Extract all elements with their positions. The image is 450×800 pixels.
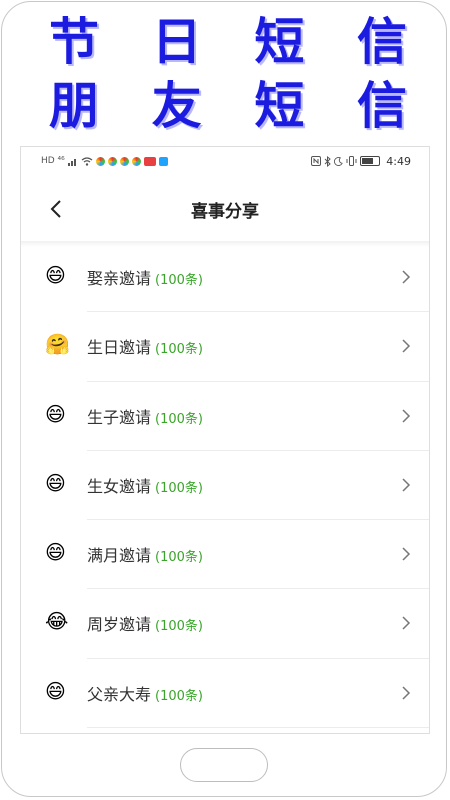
status-bar: HD ⁴⁶ 4:49	[21, 147, 429, 175]
vibrate-icon	[346, 156, 357, 166]
chevron-right-icon	[402, 686, 411, 700]
banner-char: 友	[151, 76, 202, 135]
list-item[interactable]: 😂 周岁邀请 (100条)	[21, 589, 429, 659]
status-left: HD ⁴⁶	[41, 156, 168, 166]
banner-char: 日	[151, 12, 202, 71]
banner-char: 朋	[49, 76, 99, 135]
list-item-label: 生女邀请 (100条)	[87, 476, 203, 496]
list-item[interactable]: 😄 父亲大寿 (100条)	[21, 659, 429, 729]
emoji-icon: 😂	[45, 609, 69, 634]
item-count: (100条)	[155, 688, 203, 704]
list-item-label: 生日邀请 (100条)	[87, 338, 203, 358]
item-count: (100条)	[155, 619, 203, 635]
chevron-right-icon	[402, 547, 411, 561]
item-count: (100条)	[155, 550, 203, 566]
battery-icon	[360, 156, 381, 166]
divider	[87, 727, 429, 729]
list-item-label: 生子邀请 (100条)	[87, 407, 203, 427]
emoji-icon: 🤗	[45, 332, 70, 357]
status-right: 4:49	[311, 155, 411, 168]
home-button[interactable]	[180, 748, 268, 782]
category-list: 😄 娶亲邀请 (100条) 🤗 生日邀请 (100条) 😄 生子邀请 (100条) 😄…	[21, 243, 429, 729]
banner-char: 短	[254, 12, 305, 71]
search-app-icon	[158, 156, 168, 166]
list-item-label: 周岁邀请 (100条)	[87, 615, 203, 635]
emoji-icon: 😄	[45, 263, 66, 287]
banner-line-1: 节 日 短 信	[28, 14, 428, 70]
signal-icon	[67, 158, 76, 166]
page-title: 喜事分享	[191, 201, 259, 222]
app-screen: HD ⁴⁶ 4:49 喜事分享 😄 娶亲邀请 (100条) 🤗 生日邀请 (10…	[20, 146, 430, 734]
nav-bar: 喜事分享	[21, 175, 429, 243]
list-item[interactable]: 😄 满月邀请 (100条)	[21, 520, 429, 590]
list-item[interactable]: 😄 生女邀请 (100条)	[21, 451, 429, 521]
banner-line-2: 朋 友 短 信	[28, 78, 428, 134]
banner-char: 信	[356, 12, 407, 71]
item-count: (100条)	[155, 342, 203, 358]
banner-char: 节	[49, 12, 99, 71]
nfc-icon	[311, 156, 322, 166]
emoji-icon: 😄	[45, 678, 66, 703]
list-item-label: 父亲大寿 (100条)	[87, 684, 203, 704]
back-arrow-icon[interactable]	[47, 199, 67, 219]
item-count: (100条)	[155, 480, 203, 496]
chevron-right-icon	[402, 478, 411, 492]
banner-char: 短	[254, 76, 305, 135]
chevron-right-icon	[402, 616, 411, 631]
promo-banner: 节 日 短 信 朋 友 短 信	[0, 0, 450, 140]
network-indicator: HD ⁴⁶	[41, 156, 65, 166]
bluetooth-icon	[324, 155, 332, 167]
emoji-icon: 😄	[45, 540, 66, 565]
app-notification-icon	[107, 156, 117, 166]
app-notification-icon	[131, 156, 141, 166]
app-notification-icon	[143, 156, 156, 166]
list-item[interactable]: 🤗 生日邀请 (100条)	[21, 312, 429, 382]
clock: 4:49	[386, 154, 411, 168]
item-count: (100条)	[155, 411, 203, 427]
item-count: (100条)	[155, 273, 203, 288]
list-item[interactable]: 😄 娶亲邀请 (100条)	[21, 243, 429, 313]
emoji-icon: 😄	[45, 401, 66, 426]
wifi-icon	[81, 156, 93, 166]
chevron-right-icon	[402, 409, 411, 423]
banner-char: 信	[356, 76, 407, 135]
app-notification-icon	[119, 156, 129, 166]
chevron-right-icon	[402, 339, 411, 353]
list-item-label: 娶亲邀请 (100条)	[87, 269, 203, 288]
app-notification-icon	[95, 156, 105, 166]
chevron-right-icon	[402, 270, 411, 284]
emoji-icon: 😄	[45, 470, 66, 495]
do-not-disturb-moon-icon	[334, 156, 344, 166]
list-item[interactable]: 😄 生子邀请 (100条)	[21, 382, 429, 451]
list-item-label: 满月邀请 (100条)	[87, 546, 203, 566]
